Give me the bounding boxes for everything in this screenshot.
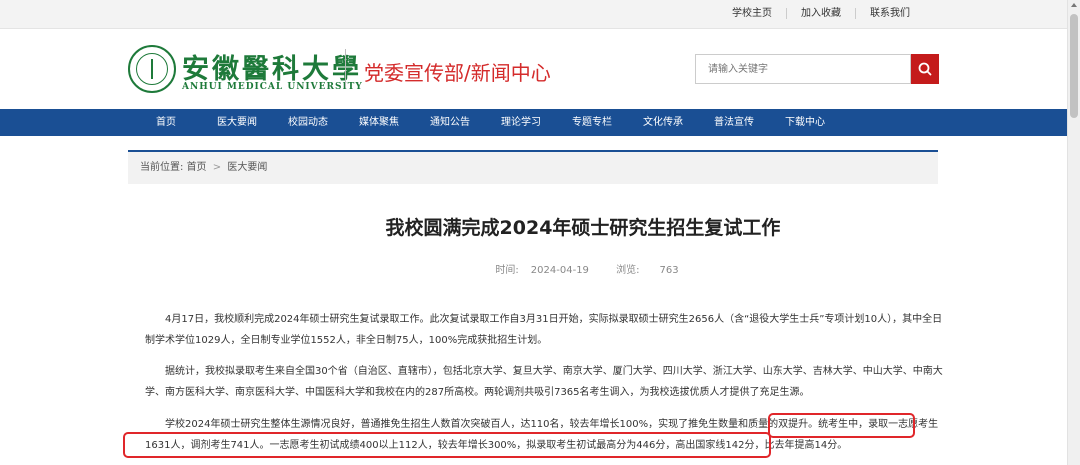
nav-item-topics[interactable]: 专题专栏 bbox=[557, 109, 627, 136]
nav-item-law[interactable]: 普法宣传 bbox=[699, 109, 769, 136]
nav-item-media[interactable]: 媒体聚焦 bbox=[344, 109, 414, 136]
highlight-annotation bbox=[123, 432, 771, 458]
breadcrumb-home[interactable]: 首页 bbox=[187, 162, 207, 173]
top-link-contact[interactable]: 联系我们 bbox=[855, 8, 924, 19]
views-label: 浏览: bbox=[616, 265, 640, 276]
article-paragraph: 4月17日，我校顺利完成2024年硕士研究生复试录取工作。此次复试录取工作自3月… bbox=[145, 314, 943, 346]
breadcrumb-current[interactable]: 医大要闻 bbox=[227, 162, 267, 173]
publish-date: 2024-04-19 bbox=[530, 265, 589, 276]
nav-item-home[interactable]: 首页 bbox=[131, 109, 201, 136]
breadcrumb-separator: > bbox=[212, 162, 222, 173]
time-label: 时间: bbox=[495, 265, 519, 276]
breadcrumb: 当前位置: 首页 > 医大要闻 bbox=[128, 150, 938, 184]
article-paragraph: 据统计，我校拟录取考生来自全国30个省（自治区、直辖市），包括北京大学、复旦大学… bbox=[145, 366, 943, 398]
search-input[interactable] bbox=[695, 54, 911, 84]
scroll-up-arrow-icon[interactable] bbox=[1071, 3, 1077, 7]
view-count: 763 bbox=[659, 265, 679, 276]
main-nav: 首页 医大要闻 校园动态 媒体聚焦 通知公告 理论学习 专题专栏 文化传承 普法… bbox=[0, 109, 1080, 136]
highlight-annotation bbox=[768, 413, 915, 438]
site-name[interactable]: 党委宣传部/新闻中心 bbox=[364, 57, 551, 86]
nav-item-notices[interactable]: 通知公告 bbox=[415, 109, 485, 136]
nav-item-culture[interactable]: 文化传承 bbox=[628, 109, 698, 136]
university-name-chinese[interactable]: 安徽醫科大學 bbox=[182, 47, 362, 86]
article-meta: 时间: 2024-04-19 浏览: 763 bbox=[128, 261, 1038, 276]
top-bar: 学校主页 加入收藏 联系我们 bbox=[0, 0, 1080, 29]
university-emblem-icon[interactable] bbox=[128, 45, 176, 93]
university-name-english: ANHUI MEDICAL UNIVERSITY bbox=[182, 82, 363, 92]
nav-item-campus[interactable]: 校园动态 bbox=[273, 109, 343, 136]
nav-item-downloads[interactable]: 下载中心 bbox=[770, 109, 840, 136]
search-icon bbox=[918, 62, 932, 76]
top-link-homepage[interactable]: 学校主页 bbox=[718, 8, 786, 19]
logo-divider bbox=[345, 49, 346, 87]
scrollbar-thumb[interactable] bbox=[1070, 14, 1078, 118]
search-button[interactable] bbox=[911, 54, 939, 84]
site-header: 安徽醫科大學 ANHUI MEDICAL UNIVERSITY 党委宣传部/新闻… bbox=[0, 29, 1080, 109]
nav-item-theory[interactable]: 理论学习 bbox=[486, 109, 556, 136]
top-links: 学校主页 加入收藏 联系我们 bbox=[718, 8, 924, 19]
top-link-bookmark[interactable]: 加入收藏 bbox=[786, 8, 855, 19]
nav-item-news[interactable]: 医大要闻 bbox=[202, 109, 272, 136]
page-scrollbar[interactable] bbox=[1067, 0, 1080, 465]
breadcrumb-label: 当前位置: bbox=[140, 162, 184, 173]
article-title: 我校圆满完成2024年硕士研究生招生复试工作 bbox=[385, 217, 781, 239]
search-box bbox=[695, 54, 939, 84]
